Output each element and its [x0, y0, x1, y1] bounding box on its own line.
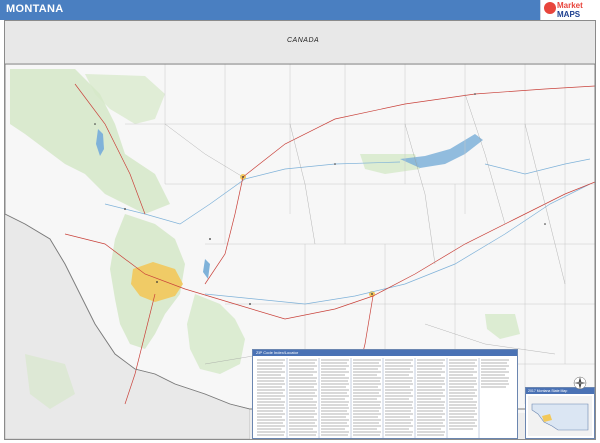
zip-index-panel[interactable]: ZIP Code Index/Locator	[252, 349, 518, 439]
state-inset-map[interactable]: 2017 Montana State Map	[525, 387, 595, 439]
market-maps-logo[interactable]: Market MAPS	[540, 0, 600, 20]
inset-graphic	[528, 396, 592, 436]
logo-wordmark: Market MAPS	[557, 1, 583, 19]
compass-rose-icon	[573, 376, 587, 390]
index-header: ZIP Code Index/Locator	[253, 350, 517, 356]
map-title: MONTANA	[6, 3, 64, 15]
logo-globe-icon	[544, 2, 556, 14]
canada-label: CANADA	[287, 37, 320, 44]
title-bar: MONTANA	[0, 0, 600, 20]
index-columns	[257, 358, 509, 438]
inset-title: 2017 Montana State Map	[528, 389, 568, 393]
index-title: ZIP Code Index/Locator	[256, 350, 299, 355]
